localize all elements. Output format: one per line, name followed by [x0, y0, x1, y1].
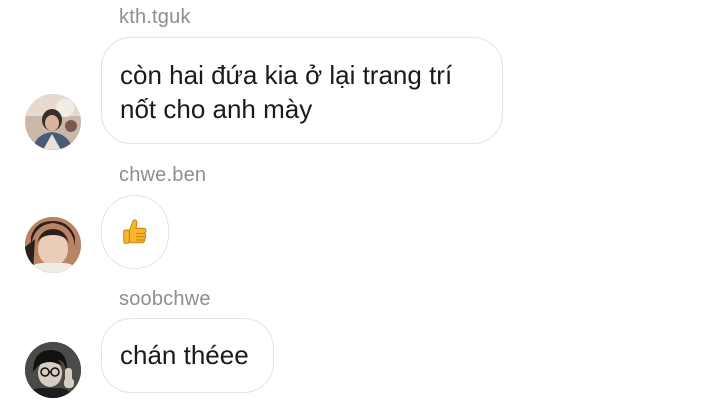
- message-bubble[interactable]: còn hai đứa kia ở lại trang trí nốt cho …: [101, 37, 503, 144]
- sender-username[interactable]: chwe.ben: [119, 164, 206, 187]
- message-text: còn hai đứa kia ở lại trang trí nốt cho …: [120, 60, 453, 124]
- message-text: chán théee: [120, 340, 249, 370]
- avatar[interactable]: [25, 342, 81, 398]
- avatar[interactable]: [25, 94, 81, 150]
- message-group: chwe.ben: [0, 150, 720, 280]
- avatar[interactable]: [25, 217, 81, 273]
- sender-username[interactable]: soobchwe: [119, 288, 211, 311]
- thumbs-up-icon: [123, 219, 147, 244]
- message-group: soobchwe chán théee: [0, 280, 720, 408]
- message-group: kth.tguk còn hai đứa kia ở lại trang trí…: [0, 0, 720, 150]
- message-bubble[interactable]: chán théee: [101, 318, 274, 393]
- sender-username[interactable]: kth.tguk: [119, 6, 191, 29]
- message-bubble[interactable]: [101, 195, 169, 269]
